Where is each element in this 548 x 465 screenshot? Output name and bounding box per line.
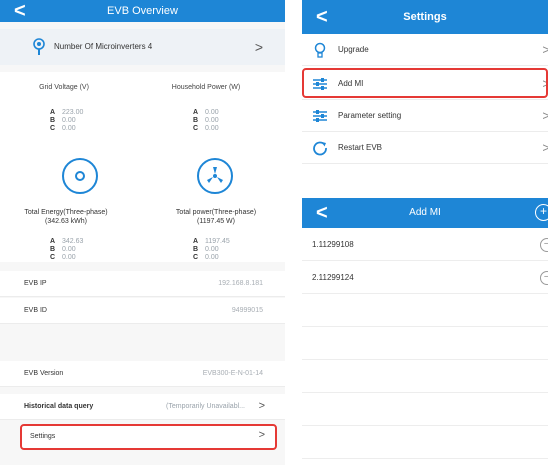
- total-power-heading: Total power(Three-phase) (1197.45 W): [175, 209, 257, 225]
- grid-voltage-values: A 223.00 B 0.00 C 0.00: [50, 109, 84, 132]
- add-mi-navbar: < Add MI +: [302, 198, 548, 228]
- settings-item-upgrade[interactable]: Upgrade >: [302, 34, 548, 66]
- settings-navbar: < Settings: [302, 0, 548, 34]
- settings-item-parameter[interactable]: Parameter setting >: [302, 100, 548, 132]
- empty-row: [302, 360, 548, 393]
- list-item[interactable]: 1.11299108 −: [302, 228, 548, 261]
- evb-version-row: EVB Version EVB300-E-N-01-14: [0, 361, 285, 387]
- empty-row: [302, 294, 548, 327]
- historical-data-row[interactable]: Historical data query (Temporarily Unava…: [0, 394, 285, 420]
- total-energy-heading: Total Energy(Three-phase) (342.63 kWh): [24, 209, 108, 225]
- empty-row: [302, 426, 548, 459]
- grid-voltage-heading: Grid Voltage (V): [39, 84, 89, 91]
- microinverter-count-row[interactable]: Number Of Microinverters 4 >: [0, 29, 285, 65]
- microinverter-icon: [33, 38, 45, 55]
- chevron-right-icon: >: [542, 140, 548, 155]
- total-power-values: A 1197.45 B 0.00 C 0.00: [193, 238, 230, 261]
- energy-ring-icon: [62, 158, 98, 194]
- evb-overview-screen: < EVB Overview Number Of Microinverters …: [0, 0, 285, 465]
- microinverter-count-label: Number Of Microinverters 4: [54, 42, 153, 51]
- remove-minus-icon[interactable]: −: [540, 238, 548, 252]
- add-mi-screen: < Add MI + 1.11299108 − 2.11299124 −: [302, 198, 548, 465]
- evb-ip-row: EVB IP 192.168.8.181: [0, 271, 285, 297]
- bulb-icon: [314, 42, 326, 58]
- page-title: EVB Overview: [107, 5, 178, 17]
- add-mi-highlight: [302, 68, 548, 98]
- readings-panel: Grid Voltage (V) Household Power (W) A 22…: [0, 72, 285, 262]
- historical-data-label: Historical data query: [24, 403, 94, 410]
- evb-id-row: EVB ID 94999015: [0, 298, 285, 324]
- empty-row: [302, 327, 548, 360]
- power-fan-icon: [197, 158, 233, 194]
- chevron-right-icon: >: [542, 108, 548, 123]
- chevron-right-icon: >: [258, 429, 265, 441]
- household-power-heading: Household Power (W): [171, 84, 241, 91]
- total-energy-values: A 342.63 B 0.00 C 0.00: [50, 238, 84, 261]
- chevron-right-icon: >: [254, 39, 263, 55]
- settings-title: Settings: [403, 11, 447, 23]
- historical-data-status: (Temporarily Unavailabl...: [166, 403, 245, 410]
- household-power-values: A 0.00 B 0.00 C 0.00: [193, 109, 219, 132]
- settings-row[interactable]: Settings >: [20, 424, 277, 450]
- list-item[interactable]: 2.11299124 −: [302, 261, 548, 294]
- settings-item-restart[interactable]: Restart EVB >: [302, 132, 548, 164]
- chevron-right-icon: >: [258, 400, 265, 412]
- overview-navbar: < EVB Overview: [0, 0, 285, 22]
- add-plus-icon[interactable]: +: [535, 204, 548, 221]
- sliders-icon: [313, 110, 327, 122]
- empty-row: [302, 393, 548, 426]
- chevron-right-icon: >: [542, 42, 548, 57]
- restart-icon: [313, 141, 327, 156]
- remove-minus-icon[interactable]: −: [540, 271, 548, 285]
- settings-label: Settings: [30, 433, 56, 440]
- add-mi-title: Add MI: [409, 207, 441, 218]
